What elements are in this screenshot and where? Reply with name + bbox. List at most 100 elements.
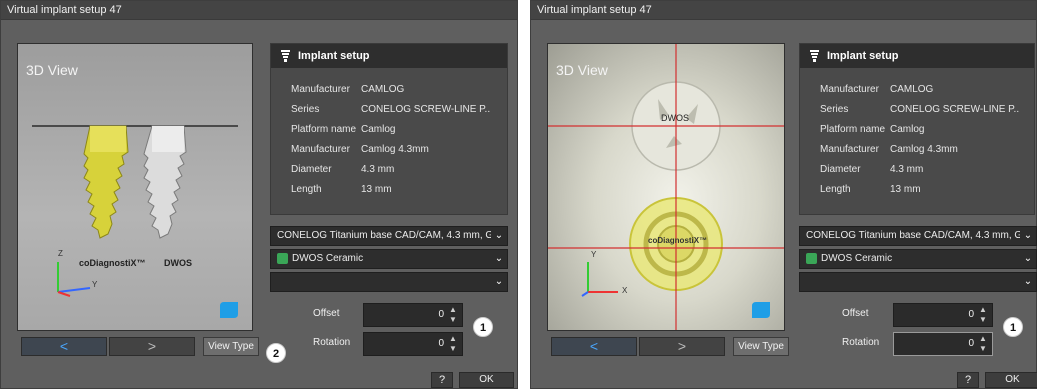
- implant-icon: [281, 49, 290, 62]
- property-row: Diameter 4.3 mm: [291, 160, 507, 180]
- property-label: Manufacturer: [291, 144, 350, 155]
- properties-list: Manufacturer CAMLOG Series CONELOG SCREW-L…: [271, 68, 507, 200]
- rotation-label: Rotation: [842, 337, 880, 348]
- implant-render: [32, 125, 238, 297]
- dialog-title: Virtual implant setup 47: [1, 1, 517, 20]
- next-button[interactable]: >: [109, 337, 195, 356]
- axis-y-label: Y: [92, 280, 98, 289]
- previous-button[interactable]: <: [551, 337, 637, 356]
- rotation-value: 0: [438, 338, 444, 349]
- property-label: Diameter: [820, 164, 861, 175]
- property-label: Manufacturer: [820, 84, 879, 95]
- callout-badge-1: 1: [1003, 317, 1023, 337]
- dialog-title: Virtual implant setup 47: [531, 1, 1036, 20]
- ok-button[interactable]: OK: [985, 372, 1037, 388]
- help-button[interactable]: ?: [431, 372, 453, 388]
- property-value: 13 mm: [361, 184, 392, 195]
- property-value: CONELOG SCREW-LINE P...: [890, 104, 1020, 115]
- implant-setup-panel: Implant setup Manufacturer CAMLOG Series C…: [270, 43, 508, 215]
- spin-arrows-icon[interactable]: ▲ ▼: [447, 334, 459, 354]
- property-value: 13 mm: [890, 184, 921, 195]
- offset-stepper[interactable]: 0 ▲ ▼: [893, 303, 993, 327]
- axis-x-label: X: [622, 286, 628, 295]
- chevron-down-icon: ⌄: [494, 230, 504, 241]
- property-value: Camlog: [361, 124, 396, 135]
- property-label: Series: [820, 104, 849, 115]
- callout-badge-1: 1: [473, 317, 493, 337]
- property-row: Diameter 4.3 mm: [820, 160, 1034, 180]
- property-label: Length: [820, 184, 851, 195]
- view-type-button[interactable]: View Type: [733, 337, 789, 356]
- spin-arrows-icon[interactable]: ▲ ▼: [977, 334, 989, 354]
- spin-arrows-icon[interactable]: ▲ ▼: [977, 305, 989, 325]
- property-value: 4.3 mm: [890, 164, 924, 175]
- implant-setup-dialog-left: Virtual implant setup 47 3D View coDiagn…: [0, 0, 518, 389]
- property-row: Series CONELOG SCREW-LINE P...: [820, 100, 1034, 120]
- panel-header: Implant setup: [271, 44, 507, 68]
- implant-render: [548, 44, 784, 330]
- chevron-down-icon: ⌄: [1023, 253, 1033, 264]
- base-dropdown-value: CONELOG Titanium base CAD/CAM, 4.3 mm, G…: [277, 230, 491, 241]
- rotation-stepper[interactable]: 0 ▲ ▼: [893, 332, 993, 356]
- properties-list: Manufacturer CAMLOG Series CONELOG SCREW-L…: [800, 68, 1034, 200]
- model-label-codiagnostix: coDiagnostiX™: [648, 236, 708, 245]
- offset-value: 0: [438, 309, 444, 320]
- spin-arrows-icon[interactable]: ▲ ▼: [447, 305, 459, 325]
- property-row: Series CONELOG SCREW-LINE P...: [291, 100, 507, 120]
- property-value: Camlog: [890, 124, 925, 135]
- property-label: Diameter: [291, 164, 332, 175]
- offset-stepper[interactable]: 0 ▲ ▼: [363, 303, 463, 327]
- empty-dropdown[interactable]: ⌄: [799, 272, 1037, 292]
- property-row: Platform name Camlog: [820, 120, 1034, 140]
- property-label: Platform name: [291, 124, 357, 135]
- rotation-stepper[interactable]: 0 ▲ ▼: [363, 332, 463, 356]
- chevron-down-icon: ⌄: [494, 253, 504, 264]
- panel-header: Implant setup: [800, 44, 1034, 68]
- help-button[interactable]: ?: [957, 372, 979, 388]
- base-dropdown[interactable]: CONELOG Titanium base CAD/CAM, 4.3 mm, G…: [270, 226, 508, 246]
- panel-title: Implant setup: [827, 50, 899, 62]
- property-label: Series: [291, 104, 320, 115]
- ok-button[interactable]: OK: [459, 372, 514, 388]
- dwos-logo-icon: [806, 252, 817, 264]
- offset-value: 0: [968, 309, 974, 320]
- help-icon: ?: [438, 374, 446, 386]
- property-label: Manufacturer: [820, 144, 879, 155]
- property-row: Manufacturer Camlog 4.3mm: [291, 140, 507, 160]
- view-cube-icon[interactable]: [750, 300, 772, 320]
- property-row: Manufacturer Camlog 4.3mm: [820, 140, 1034, 160]
- implant-setup-dialog-right: Virtual implant setup 47 3D View DWOS co…: [530, 0, 1037, 389]
- panel-title: Implant setup: [298, 50, 370, 62]
- chevron-down-icon: ⌄: [494, 276, 504, 287]
- implant-setup-panel: Implant setup Manufacturer CAMLOG Series C…: [799, 43, 1035, 215]
- property-value: 4.3 mm: [361, 164, 395, 175]
- help-icon: ?: [964, 374, 972, 386]
- implant-label-codiagnostix: coDiagnostiX™: [79, 258, 146, 268]
- previous-button[interactable]: <: [21, 337, 107, 356]
- property-row: Length 13 mm: [291, 180, 507, 200]
- rotation-label: Rotation: [313, 337, 351, 348]
- axis-z-label: Z: [58, 249, 63, 258]
- property-row: Length 13 mm: [820, 180, 1034, 200]
- view-type-button[interactable]: View Type: [203, 337, 259, 356]
- base-dropdown-value: CONELOG Titanium base CAD/CAM, 4.3 mm, G…: [806, 230, 1020, 241]
- material-dropdown[interactable]: DWOS Ceramic ⌄: [270, 249, 508, 269]
- material-dropdown[interactable]: DWOS Ceramic ⌄: [799, 249, 1037, 269]
- axis-y-label: Y: [591, 250, 597, 259]
- property-row: Platform name Camlog: [291, 120, 507, 140]
- dwos-logo-icon: [277, 252, 288, 264]
- view-cube-icon[interactable]: [218, 300, 240, 320]
- next-button[interactable]: >: [639, 337, 725, 356]
- empty-dropdown[interactable]: ⌄: [270, 272, 508, 292]
- property-value: CAMLOG: [890, 84, 934, 95]
- base-dropdown[interactable]: CONELOG Titanium base CAD/CAM, 4.3 mm, G…: [799, 226, 1037, 246]
- property-label: Manufacturer: [291, 84, 350, 95]
- 3d-view[interactable]: 3D View coDiagnostiX™ DWOS Z Y: [17, 43, 253, 331]
- 3d-view[interactable]: 3D View DWOS coDiagnostiX™ Y X: [547, 43, 785, 331]
- offset-label: Offset: [313, 308, 340, 319]
- property-label: Length: [291, 184, 322, 195]
- property-row: Manufacturer CAMLOG: [820, 80, 1034, 100]
- property-value: Camlog 4.3mm: [890, 144, 958, 155]
- property-value: CAMLOG: [361, 84, 405, 95]
- offset-label: Offset: [842, 308, 869, 319]
